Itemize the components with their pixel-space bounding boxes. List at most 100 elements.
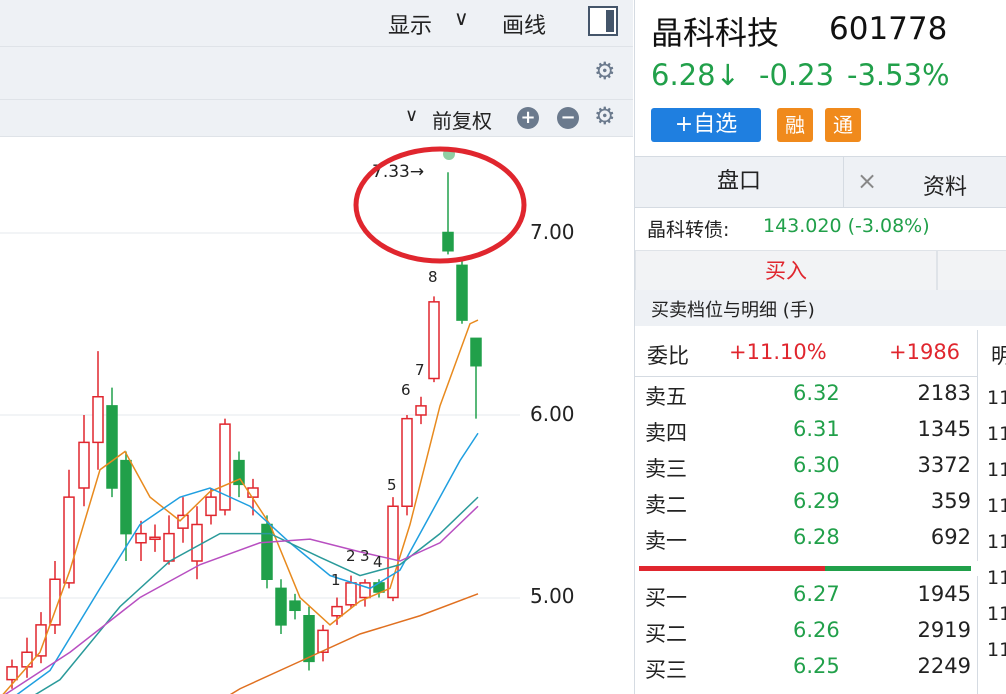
tab-bar: 盘口 × 资料 xyxy=(635,156,1006,208)
ask-label: 卖四 xyxy=(645,421,687,445)
bid-price: 6.27 xyxy=(793,582,840,606)
ask-row[interactable]: 卖一 6.28 692 xyxy=(635,521,977,557)
ask-volume: 692 xyxy=(930,525,971,549)
chevron-down-icon[interactable]: ∨ xyxy=(454,6,469,30)
ask-price: 6.31 xyxy=(793,417,840,441)
chart-toolbar: 显示 ∨ 画线 xyxy=(0,0,633,47)
candle xyxy=(92,396,104,444)
day-marker: 7 xyxy=(415,361,425,379)
order-book-title: 买卖档位与明细 (手) xyxy=(651,300,815,321)
detail-digit: 11 xyxy=(987,567,1006,589)
buy-ratio-bar xyxy=(639,566,825,571)
detail-column-digits: 11 11 11 11 11 11 11 11 xyxy=(987,380,1006,668)
candle xyxy=(191,523,203,562)
detail-digit: 11 xyxy=(987,531,1006,553)
day-marker: 4 xyxy=(373,553,383,571)
sell-ratio-bar xyxy=(825,566,971,571)
tab-quote[interactable]: 盘口 xyxy=(635,157,844,207)
detail-digit: 11 xyxy=(987,387,1006,409)
adjust-mode-select[interactable]: 前复权 xyxy=(432,105,492,134)
ask-price: 6.32 xyxy=(793,381,840,405)
connect-badge[interactable]: 通 xyxy=(825,108,861,142)
day-marker: 1 xyxy=(331,571,341,589)
candle xyxy=(456,264,468,321)
indicator-bar: ⚙ xyxy=(0,47,633,100)
buy-button[interactable]: 买入 xyxy=(635,250,937,292)
day-markers: 1 2 3 4 5 6 7 8 xyxy=(331,268,438,589)
bid-volume: 1945 xyxy=(917,582,971,606)
last-price: 6.28↓ xyxy=(651,58,740,92)
price-tick-5: 5.00 xyxy=(530,584,575,608)
detail-digit: 11 xyxy=(987,495,1006,517)
ask-volume: 3372 xyxy=(917,453,971,477)
bid-label: 买二 xyxy=(645,622,687,646)
add-watchlist-button[interactable]: +自选 xyxy=(651,108,761,142)
bid-price: 6.25 xyxy=(793,654,840,678)
bond-value[interactable]: 143.020 (-3.08%) xyxy=(763,215,930,237)
sell-button-partial[interactable] xyxy=(937,250,1006,292)
candle xyxy=(415,405,427,416)
detail-digit: 11 xyxy=(987,603,1006,625)
ask-row[interactable]: 卖二 6.29 359 xyxy=(635,485,977,521)
candle xyxy=(135,532,147,544)
close-icon[interactable]: × xyxy=(857,167,877,195)
plus-circle-icon[interactable]: + xyxy=(517,107,539,129)
candle xyxy=(470,337,482,367)
ask-volume: 2183 xyxy=(917,381,971,405)
tab-info[interactable]: 资料 xyxy=(923,169,967,201)
stock-name: 晶科科技 xyxy=(651,14,780,52)
display-menu[interactable]: 显示 xyxy=(388,8,432,40)
candlestick-chart: 7.00 6.00 5.00 7.33→ 1 2 3 4 5 6 7 8 xyxy=(0,146,575,694)
candle xyxy=(63,496,75,584)
candle xyxy=(261,523,273,580)
ask-price: 6.28 xyxy=(793,525,840,549)
minus-circle-icon[interactable]: − xyxy=(557,107,579,129)
ask-levels: 卖五 6.32 2183 卖四 6.31 1345 卖三 6.30 3372 卖… xyxy=(635,376,978,561)
candle xyxy=(6,666,18,681)
bid-row[interactable]: 买二 6.26 2919 xyxy=(635,614,977,650)
chevron-down-icon[interactable]: ∨ xyxy=(405,105,418,126)
ask-label: 卖一 xyxy=(645,529,687,553)
ask-label: 卖二 xyxy=(645,493,687,517)
adjust-bar: ∨ 前复权 + − ⚙ xyxy=(0,100,633,137)
price-change-pct: -3.53% xyxy=(847,58,950,92)
ask-price: 6.29 xyxy=(793,489,840,513)
candle xyxy=(21,651,33,668)
bid-label: 买三 xyxy=(645,658,687,682)
bid-label: 买一 xyxy=(645,586,687,610)
ask-row[interactable]: 卖四 6.31 1345 xyxy=(635,413,977,449)
commission-label: 委比 xyxy=(647,344,689,368)
day-marker: 6 xyxy=(401,381,411,399)
gear-icon[interactable]: ⚙ xyxy=(594,102,616,130)
candle xyxy=(149,536,161,541)
kline-chart-pane: 显示 ∨ 画线 ⚙ ∨ 前复权 + − ⚙ 7.00 6.00 5.00 7.3… xyxy=(0,0,633,694)
stock-detail-panel: 晶科科技 601778 6.28↓ -0.23 -3.53% +自选 融 通 盘… xyxy=(634,0,1006,694)
bid-row[interactable]: 买一 6.27 1945 xyxy=(635,578,977,614)
bid-levels: 买一 6.27 1945 买二 6.26 2919 买三 6.25 2249 xyxy=(635,576,978,694)
gear-icon[interactable]: ⚙ xyxy=(594,57,616,85)
day-marker: 5 xyxy=(387,476,397,494)
commission-diff: +1986 xyxy=(889,340,961,364)
candle xyxy=(303,615,315,663)
bid-row[interactable]: 买三 6.25 2249 xyxy=(635,650,977,686)
layout-toggle-icon[interactable] xyxy=(588,6,618,36)
draw-line-menu[interactable]: 画线 xyxy=(502,8,546,40)
candle xyxy=(345,582,357,606)
candle xyxy=(275,587,287,626)
candle xyxy=(428,301,440,380)
candle xyxy=(289,600,301,612)
detail-digit: 11 xyxy=(987,639,1006,661)
price-tick-7: 7.00 xyxy=(530,220,575,244)
candle xyxy=(442,231,454,252)
detail-column-header: 明 xyxy=(991,344,1006,368)
day-marker: 3 xyxy=(360,547,370,565)
bond-label: 晶科转债: xyxy=(647,219,730,241)
margin-badge[interactable]: 融 xyxy=(777,108,813,142)
candle xyxy=(401,417,413,507)
bid-price: 6.26 xyxy=(793,618,840,642)
price-tick-6: 6.00 xyxy=(530,402,575,426)
ask-label: 卖五 xyxy=(645,385,687,409)
highlight-circle xyxy=(353,146,527,264)
ask-row[interactable]: 卖五 6.32 2183 xyxy=(635,377,977,413)
ask-row[interactable]: 卖三 6.30 3372 xyxy=(635,449,977,485)
